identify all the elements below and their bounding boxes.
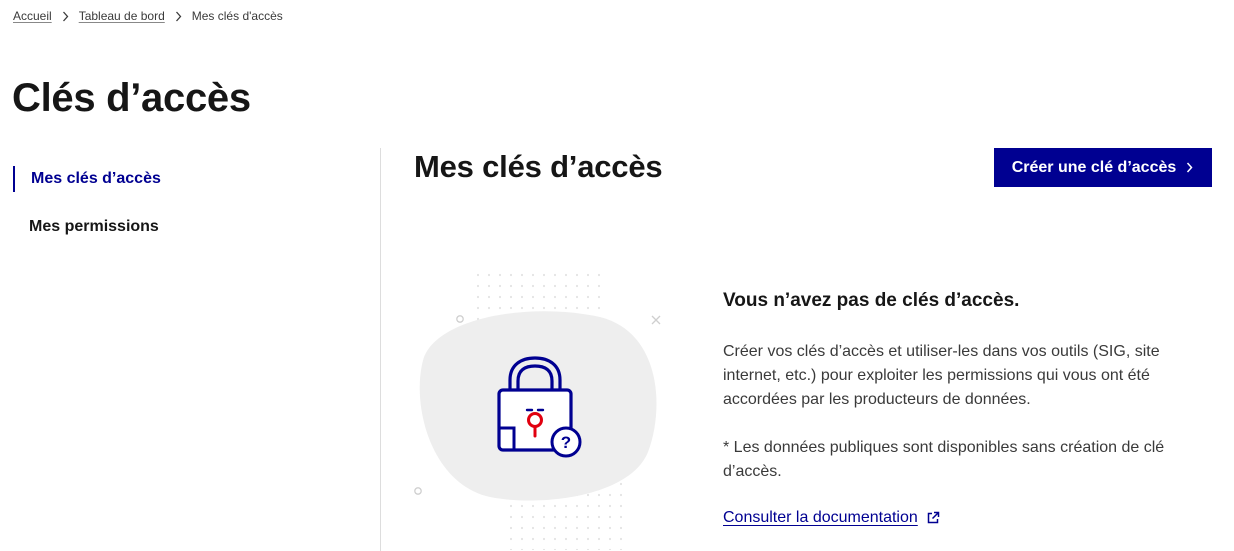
empty-state-description: Créer vos clés d’accès et utiliser-les d… <box>723 343 1160 408</box>
chevron-right-icon <box>1186 162 1194 174</box>
vertical-divider <box>380 148 381 551</box>
empty-state-title: Vous n’avez pas de clés d’accès. <box>723 290 1020 311</box>
create-access-key-button-label: Créer une clé d’accès <box>1011 158 1177 176</box>
breadcrumb-link-accueil[interactable]: Accueil <box>13 9 52 23</box>
sidebar-item-mes-cles[interactable]: Mes clés d’accès <box>13 166 313 192</box>
external-link-icon <box>926 511 940 525</box>
page-title: Clés d’accès <box>12 76 251 120</box>
chevron-right-icon <box>62 10 70 22</box>
locked-padlock-question-icon: ? <box>414 266 661 550</box>
side-menu: Mes clés d’accès Mes permissions <box>13 166 313 240</box>
breadcrumb-current: Mes clés d'accès <box>191 9 283 23</box>
svg-text:?: ? <box>561 433 571 452</box>
empty-state-note: * Les données publiques sont disponibles… <box>723 439 1165 480</box>
sidebar-item-mes-permissions[interactable]: Mes permissions <box>13 214 313 240</box>
breadcrumb: Accueil Tableau de bord Mes clés d'accès <box>13 9 283 23</box>
section-title: Mes clés d’accès <box>414 149 663 184</box>
create-access-key-button[interactable]: Créer une clé d’accès <box>994 148 1212 187</box>
empty-state-illustration: ? <box>410 262 670 551</box>
documentation-link[interactable]: Consulter la documentation <box>723 509 940 527</box>
empty-state: Vous n’avez pas de clés d’accès. Créer v… <box>723 290 1213 527</box>
documentation-link-label: Consulter la documentation <box>723 509 918 526</box>
breadcrumb-link-tableau-de-bord[interactable]: Tableau de bord <box>79 9 165 23</box>
chevron-right-icon <box>175 10 183 22</box>
